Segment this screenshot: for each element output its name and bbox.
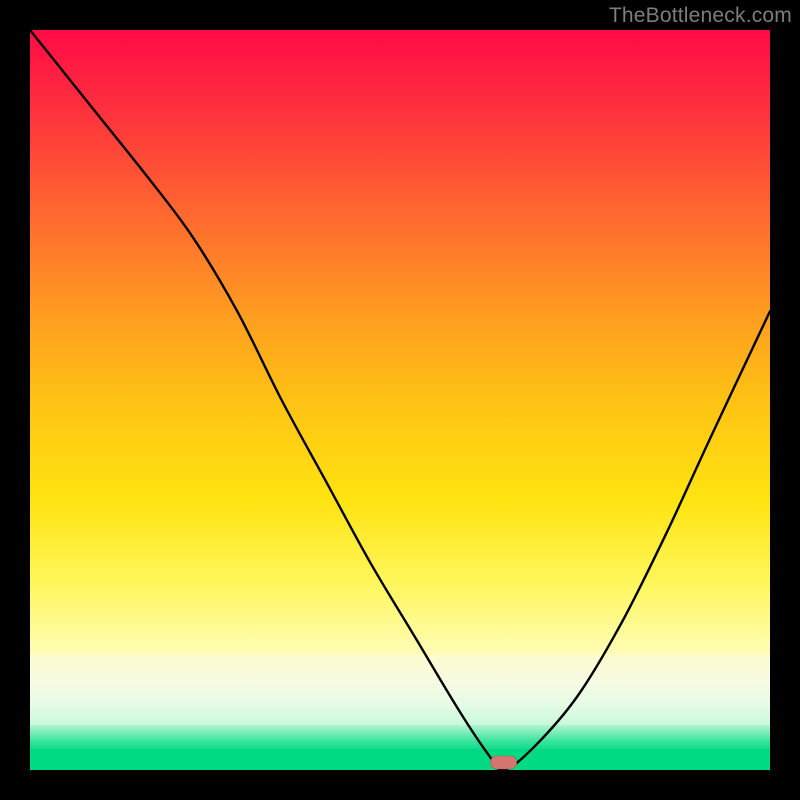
curve-layer <box>30 30 770 770</box>
plot-area <box>30 30 770 770</box>
optimal-marker <box>491 756 517 769</box>
watermark-text: TheBottleneck.com <box>609 4 792 28</box>
bottleneck-curve <box>30 30 770 770</box>
chart-frame: TheBottleneck.com <box>0 0 800 800</box>
